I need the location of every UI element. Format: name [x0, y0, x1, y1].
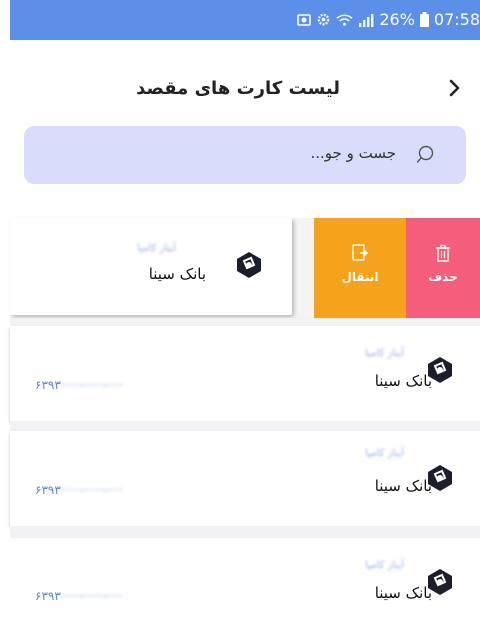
card-number: ۶۳۹۳·····-·····-···· [35, 378, 123, 392]
trash-icon [436, 244, 450, 262]
status-time: 07:58 [433, 10, 480, 29]
app-header: لیست کارت های مقصد [10, 40, 480, 130]
battery-icon [419, 12, 429, 27]
bank-name: بانک سینا [374, 477, 432, 495]
card-holder-name: آیناز کامیا [365, 348, 404, 359]
card-number: ۶۳۹۳·····-·····-···· [35, 483, 123, 497]
delete-label: حذف [428, 270, 458, 284]
chevron-right-icon [449, 79, 460, 97]
transfer-label: انتقال [341, 270, 379, 284]
card-holder-name: آیناز کامیا [365, 560, 404, 571]
card-holder-name: آیناز کامیا [365, 448, 404, 459]
search-bar[interactable]: جست و جو... [24, 126, 466, 184]
bank-logo-icon [237, 252, 261, 278]
page-title: لیست کارت های مقصد [136, 78, 340, 99]
card-item[interactable]: آیناز کامیا بانک سینا [10, 218, 292, 315]
transfer-icon [352, 244, 368, 261]
back-button[interactable] [448, 70, 462, 105]
search-icon [416, 145, 434, 163]
swiped-card-row: آیناز کامیا بانک سینا انتقال حذف [10, 218, 480, 318]
card-item[interactable]: آیناز کامیا بانک سینا ۶۳۹۳·····-·····-··… [10, 538, 480, 630]
transfer-action-button[interactable]: انتقال [314, 218, 406, 318]
status-bar: 26% 07:58 [10, 0, 480, 40]
list-separator [10, 526, 480, 538]
status-icons: 26% 07:58 [297, 10, 480, 29]
bank-name: بانک سینا [374, 584, 432, 602]
gear-icon [318, 13, 330, 26]
card-item[interactable]: آیناز کامیا بانک سینا ۶۳۹۳·····-·····-··… [10, 326, 480, 421]
battery-percent: 26% [379, 10, 415, 29]
card-item[interactable]: آیناز کامیا بانک سینا ۶۳۹۳·····-·····-··… [10, 431, 480, 526]
signal-icon [359, 13, 374, 27]
photo-icon [297, 13, 312, 26]
card-holder-name: آیناز کامیا [137, 243, 176, 254]
wifi-icon [336, 14, 353, 26]
bank-name: بانک سینا [374, 372, 432, 390]
card-number: ۶۳۹۳·····-·····-···· [35, 589, 123, 603]
search-placeholder: جست و جو... [310, 144, 397, 162]
delete-action-button[interactable]: حذف [406, 218, 480, 318]
bank-name: بانک سینا [148, 265, 206, 283]
